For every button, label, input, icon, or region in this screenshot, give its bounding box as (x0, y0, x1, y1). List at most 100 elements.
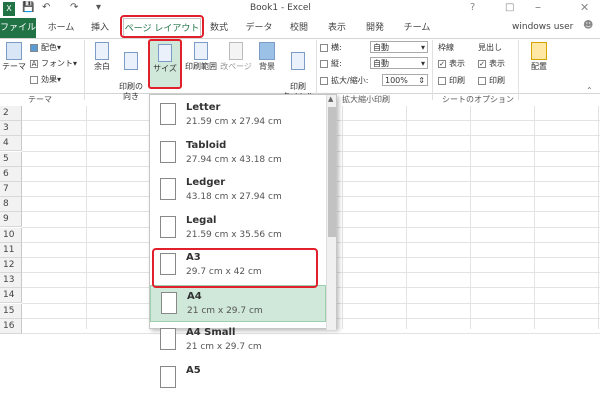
themes-button[interactable]: テーマ (2, 42, 26, 72)
paper-size-item-legal[interactable]: Legal21.59 cm x 35.56 cm (150, 210, 326, 248)
save-icon[interactable]: 💾 (22, 2, 34, 16)
title-bar: X 💾 ↶ ↷ ▾ Book1 - Excel ? □ – ✕ (0, 0, 600, 18)
gridline (86, 106, 87, 329)
row-header[interactable]: 8 (0, 197, 22, 212)
print-titles-button[interactable]: 印刷 タイトル (282, 42, 314, 102)
paper-size-item-a5[interactable]: A5 (150, 360, 326, 397)
row-header[interactable]: 16 (0, 319, 22, 334)
group-label-scale: 拡大縮小印刷 (342, 94, 390, 105)
gridlines-print-checkbox[interactable]: 印刷 (438, 75, 465, 86)
paper-size-dimensions: 27.94 cm x 43.18 cm (186, 155, 282, 165)
row-header[interactable]: 14 (0, 288, 22, 303)
height-select[interactable]: 自動▾ (370, 57, 428, 69)
breaks-button[interactable]: 改ページ (220, 42, 252, 72)
customize-qat-icon[interactable]: ▾ (96, 2, 101, 16)
gridline (534, 106, 535, 329)
spinner-icon[interactable]: ⇕ (418, 75, 427, 86)
paper-size-name: Ledger (186, 177, 225, 188)
tab-team[interactable]: チーム (402, 18, 432, 38)
print-area-button[interactable]: 印刷範囲 (184, 42, 218, 72)
size-highlight (148, 39, 182, 89)
page-icon (160, 216, 176, 238)
excel-logo-icon: X (3, 2, 15, 16)
row-header[interactable]: 9 (0, 212, 22, 227)
arrange-button[interactable]: 配置 (526, 42, 552, 72)
paper-size-dimensions: 43.18 cm x 27.94 cm (186, 192, 282, 202)
orientation-icon (124, 52, 138, 70)
scale-icon (320, 77, 328, 85)
paper-size-item-letter[interactable]: Letter21.59 cm x 27.94 cm (150, 97, 326, 135)
paper-size-dimensions: 21 cm x 29.7 cm (186, 342, 262, 352)
paper-size-name: Legal (186, 215, 217, 226)
page-icon (160, 103, 176, 125)
row-header[interactable]: 12 (0, 258, 22, 273)
tab-insert[interactable]: 挿入 (84, 18, 116, 38)
gridlines-heading: 枠線 (438, 42, 454, 53)
paper-size-dropdown: Letter21.59 cm x 27.94 cmTabloid27.94 cm… (149, 94, 337, 329)
headings-view-checkbox[interactable]: ✓表示 (478, 58, 505, 69)
check-icon: ✓ (478, 60, 486, 68)
page-icon (160, 178, 176, 200)
margins-button[interactable]: 余白 (90, 42, 114, 72)
window-title: Book1 - Excel (250, 3, 311, 13)
divider (316, 40, 317, 100)
colors-button[interactable]: 配色▾ (30, 42, 61, 53)
paper-size-name: A5 (186, 365, 201, 376)
chevron-down-icon: ▾ (421, 58, 427, 69)
row-header[interactable]: 4 (0, 136, 22, 151)
tab-home[interactable]: ホーム (44, 18, 78, 38)
page-icon (160, 366, 176, 388)
print-area-icon (194, 42, 208, 60)
tab-view[interactable]: 表示 (324, 18, 350, 38)
tab-review[interactable]: 校閲 (286, 18, 312, 38)
paper-size-item-a4-small[interactable]: A4 Small21 cm x 29.7 cm (150, 322, 326, 360)
effects-button[interactable]: 効果▾ (30, 74, 61, 85)
dropdown-scrollbar[interactable]: ▲ (326, 95, 336, 330)
row-header[interactable]: 15 (0, 304, 22, 319)
paper-size-item-tabloid[interactable]: Tabloid27.94 cm x 43.18 cm (150, 135, 326, 173)
height-label: 縦: (320, 58, 342, 69)
effects-icon (30, 76, 38, 84)
help-icon[interactable]: ? (470, 2, 475, 13)
fonts-button[interactable]: Aフォント▾ (30, 58, 77, 69)
width-select[interactable]: 自動▾ (370, 41, 428, 53)
row-header[interactable]: 6 (0, 167, 22, 182)
paper-size-item-a4[interactable]: A4 21 cm x 29.7 cm (150, 285, 326, 323)
tab-formulas[interactable]: 数式 (206, 18, 232, 38)
paper-size-item-ledger[interactable]: Ledger 43.18 cm x 27.94 cm (150, 172, 326, 210)
group-label-theme: テーマ (28, 94, 52, 105)
orientation-button[interactable]: 印刷の 向き (116, 42, 146, 102)
row-header[interactable]: 3 (0, 121, 22, 136)
row-header[interactable]: 2 (0, 106, 22, 121)
redo-icon[interactable]: ↷ (70, 2, 78, 16)
breaks-icon (229, 42, 243, 60)
tab-file[interactable]: ファイル (0, 18, 36, 38)
ribbon-display-icon[interactable]: □ (505, 2, 514, 13)
scale-label: 拡大/縮小: (320, 75, 368, 86)
minimize-icon[interactable]: – (535, 0, 541, 14)
scrollbar-thumb[interactable] (328, 107, 336, 237)
paper-size-name: A4 (187, 291, 202, 302)
scale-input[interactable]: 100%⇕ (382, 74, 428, 86)
width-icon (320, 44, 328, 52)
background-icon (259, 42, 275, 60)
row-header[interactable]: 7 (0, 182, 22, 197)
page-icon (160, 328, 176, 350)
background-button[interactable]: 背景 (256, 42, 278, 72)
row-header[interactable]: 10 (0, 228, 22, 243)
row-header[interactable]: 11 (0, 243, 22, 258)
close-icon[interactable]: ✕ (580, 1, 589, 14)
headings-print-checkbox[interactable]: 印刷 (478, 75, 505, 86)
user-name[interactable]: windows user (512, 22, 573, 32)
tab-data[interactable]: データ (244, 18, 274, 38)
ribbon-tabs: ファイル ホーム 挿入 ページ レイアウト 数式 データ 校閲 表示 開発 チー… (0, 18, 600, 38)
tab-developer[interactable]: 開発 (362, 18, 388, 38)
fonts-icon: A (30, 60, 38, 68)
paper-size-dimensions: 21 cm x 29.7 cm (187, 306, 263, 316)
row-header[interactable]: 5 (0, 152, 22, 167)
undo-icon[interactable]: ↶ (42, 2, 50, 16)
user-avatar-icon[interactable]: ☻ (583, 20, 593, 31)
scroll-up-icon[interactable]: ▲ (328, 95, 333, 103)
row-header[interactable]: 13 (0, 273, 22, 288)
gridlines-view-checkbox[interactable]: ✓表示 (438, 58, 465, 69)
